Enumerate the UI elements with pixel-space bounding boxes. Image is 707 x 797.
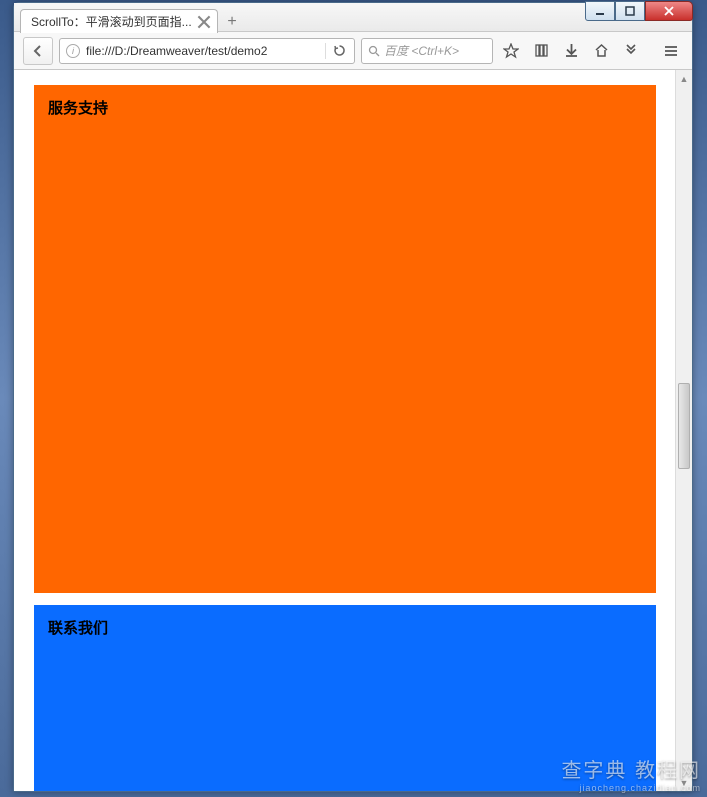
toolbar: i file:///D:/Dreamweaver/test/demo2 百度 <… (14, 32, 692, 70)
scroll-up-button[interactable]: ▲ (676, 70, 692, 87)
tab-title: ScrollTo：平滑滚动到页面指... (31, 13, 192, 30)
vertical-scrollbar[interactable]: ▲ ▼ (675, 70, 692, 791)
section-heading: 服务支持 (48, 100, 108, 117)
overflow-icon[interactable] (619, 39, 643, 63)
close-icon[interactable] (197, 15, 211, 29)
download-icon[interactable] (559, 39, 583, 63)
section-heading: 联系我们 (48, 620, 108, 637)
bookmark-star-icon[interactable] (499, 39, 523, 63)
tab-strip: ScrollTo：平滑滚动到页面指... + (20, 8, 246, 33)
browser-window: ScrollTo：平滑滚动到页面指... + i file:/// (13, 2, 693, 792)
tab-active[interactable]: ScrollTo：平滑滚动到页面指... (20, 9, 218, 33)
maximize-button[interactable] (615, 1, 645, 21)
back-button[interactable] (23, 37, 53, 65)
info-icon[interactable]: i (66, 44, 80, 58)
search-placeholder: 百度 <Ctrl+K> (384, 42, 459, 59)
titlebar: ScrollTo：平滑滚动到页面指... + (14, 3, 692, 32)
section-contact: 联系我们 (34, 605, 656, 791)
library-icon[interactable] (529, 39, 553, 63)
page-content[interactable]: 服务支持 联系我们 (14, 70, 676, 791)
scroll-down-button[interactable]: ▼ (676, 774, 692, 791)
close-button[interactable] (645, 1, 693, 21)
viewport: 服务支持 联系我们 ▲ ▼ (14, 70, 692, 791)
home-icon[interactable] (589, 39, 613, 63)
url-text: file:///D:/Dreamweaver/test/demo2 (86, 44, 321, 58)
search-icon (368, 45, 380, 57)
minimize-button[interactable] (585, 1, 615, 21)
scroll-thumb[interactable] (678, 383, 690, 469)
scroll-track[interactable] (676, 87, 692, 774)
section-services: 服务支持 (34, 85, 656, 593)
reload-icon[interactable] (330, 44, 348, 57)
address-bar[interactable]: i file:///D:/Dreamweaver/test/demo2 (59, 38, 355, 64)
separator (325, 43, 326, 59)
new-tab-button[interactable]: + (218, 11, 246, 33)
window-controls (585, 1, 693, 21)
hamburger-menu-icon[interactable] (659, 39, 683, 63)
search-box[interactable]: 百度 <Ctrl+K> (361, 38, 493, 64)
